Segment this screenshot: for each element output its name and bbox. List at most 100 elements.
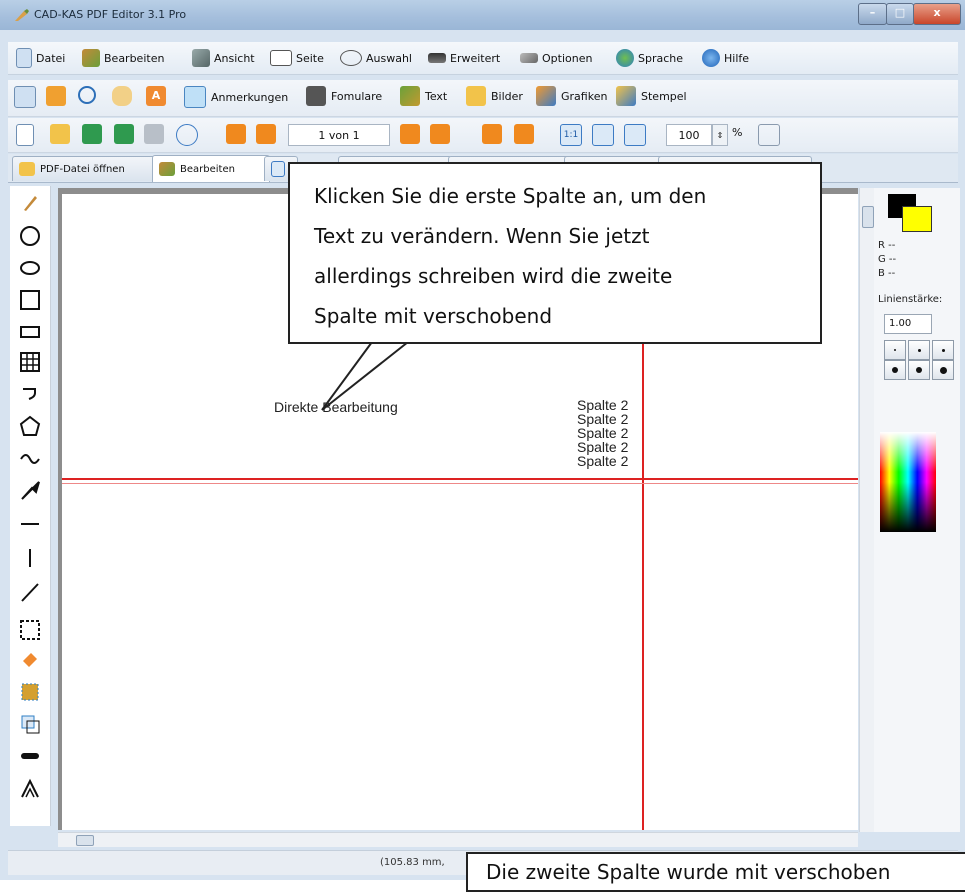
annotation-icon <box>184 86 206 108</box>
column2-line[interactable]: Spalte 2 <box>577 454 628 468</box>
horizontal-line-icon <box>21 523 39 525</box>
dot-size-small-3[interactable] <box>932 340 954 360</box>
horizontal-line-tool[interactable] <box>18 512 42 536</box>
rotate-right-button[interactable] <box>514 124 534 144</box>
fit-height-icon <box>592 124 614 146</box>
selection-rect-tool[interactable] <box>18 618 42 642</box>
open-button[interactable] <box>50 124 70 144</box>
save-as-button[interactable] <box>114 124 134 144</box>
arrow-tool[interactable] <box>18 478 42 502</box>
minimize-button[interactable]: – <box>858 3 887 25</box>
spinner-icon: ⇕ <box>716 130 724 140</box>
dot-size-large-3[interactable] <box>932 360 954 380</box>
graphics-button[interactable]: Grafiken <box>536 86 607 106</box>
menu-erweitert[interactable]: Erweitert <box>428 48 500 68</box>
dot-size-small[interactable] <box>884 340 906 360</box>
column2-line[interactable]: Spalte 2 <box>577 440 628 454</box>
pattern-fill-tool[interactable] <box>18 680 42 704</box>
images-button[interactable]: Bilder <box>466 86 523 106</box>
rotate-left-button[interactable] <box>482 124 502 144</box>
vertical-line-tool[interactable] <box>18 546 42 570</box>
menu-ansicht[interactable]: Ansicht <box>192 48 255 68</box>
callout-line: Spalte mit verschobend <box>314 304 553 328</box>
zoom-value: 100 <box>678 128 700 142</box>
column2-line[interactable]: Spalte 2 <box>577 426 628 440</box>
polygon-tool[interactable] <box>18 414 42 438</box>
last-page-button[interactable] <box>430 124 450 144</box>
menu-datei[interactable]: Datei <box>16 48 65 68</box>
menu-label: Seite <box>296 51 324 65</box>
scroll-thumb[interactable] <box>862 206 874 228</box>
menu-seite[interactable]: Seite <box>270 48 324 68</box>
line-width-label: Linienstärke: <box>878 294 943 305</box>
dot-size-large-2[interactable] <box>908 360 930 380</box>
text-tool-button[interactable]: A <box>146 86 166 106</box>
horizontal-scrollbar[interactable] <box>58 832 858 847</box>
menu-sprache[interactable]: Sprache <box>616 48 683 68</box>
chevron-tool[interactable] <box>18 776 42 800</box>
print-button[interactable] <box>144 124 164 144</box>
hand-tool-button[interactable] <box>112 86 132 106</box>
menu-bearbeiten[interactable]: Bearbeiten <box>82 48 164 68</box>
table-tool[interactable] <box>18 350 42 374</box>
fill-tool[interactable] <box>18 648 42 672</box>
table-grid-icon <box>20 352 40 372</box>
square-tool[interactable] <box>18 288 42 312</box>
background-color-swatch[interactable] <box>902 206 932 232</box>
actual-size-button[interactable]: 1:1 <box>560 124 582 146</box>
maximize-button[interactable]: □ <box>886 3 914 25</box>
fit-width-button[interactable] <box>624 124 646 146</box>
close-button[interactable]: x <box>913 3 961 25</box>
zoom-input[interactable]: 100 <box>666 124 712 146</box>
circle-tool[interactable] <box>18 224 42 248</box>
tab-open-pdf[interactable]: PDF-Datei öffnen <box>12 156 156 181</box>
column2-line[interactable]: Spalte 2 <box>577 398 628 412</box>
column2-line[interactable]: Spalte 2 <box>577 412 628 426</box>
page-counter-field[interactable]: 1 von 1 <box>288 124 390 146</box>
fit-height-button[interactable] <box>592 124 614 146</box>
tab-edit[interactable]: Bearbeiten <box>152 155 270 182</box>
rectangle-tool[interactable] <box>18 320 42 344</box>
scroll-thumb[interactable] <box>76 835 94 846</box>
red-value: R -- <box>878 240 896 251</box>
new-page-icon <box>16 124 34 146</box>
diagonal-line-tool[interactable] <box>18 580 42 604</box>
menu-optionen[interactable]: Optionen <box>520 48 592 68</box>
previous-page-button[interactable] <box>256 124 276 144</box>
transform-tool[interactable] <box>18 712 42 736</box>
text-button[interactable]: Text <box>400 86 447 106</box>
dot-size-large[interactable] <box>884 360 906 380</box>
square-icon <box>20 290 40 310</box>
pattern-icon <box>21 683 39 701</box>
sign-button[interactable] <box>176 124 198 146</box>
stamp-button[interactable]: Stempel <box>616 86 687 106</box>
line-width-input[interactable]: 1.00 <box>884 314 932 334</box>
new-document-button[interactable] <box>16 124 34 146</box>
color-palette[interactable] <box>880 432 936 532</box>
rotate-left-icon <box>482 124 502 144</box>
brush-icon <box>24 196 37 211</box>
select-arrow-button[interactable] <box>14 86 36 108</box>
dot-size-small-2[interactable] <box>908 340 930 360</box>
zoom-spinner[interactable]: ⇕ <box>712 124 728 146</box>
highlight-tool-button[interactable] <box>46 86 66 106</box>
forms-button[interactable]: Fomulare <box>306 86 382 106</box>
ellipse-tool[interactable] <box>18 256 42 280</box>
zoom-tool-button[interactable] <box>78 86 96 104</box>
menu-hilfe[interactable]: Hilfe <box>702 48 749 68</box>
first-page-button[interactable] <box>226 124 246 144</box>
pointer-button[interactable] <box>758 124 780 146</box>
page-icon <box>271 161 285 177</box>
menu-label: Auswahl <box>366 51 412 65</box>
next-page-button[interactable] <box>400 124 420 144</box>
vertical-scrollbar[interactable] <box>859 188 874 832</box>
wave-icon <box>20 454 40 464</box>
menu-auswahl[interactable]: Auswahl <box>340 48 412 68</box>
save-button[interactable] <box>82 124 102 144</box>
curve-tool[interactable] <box>18 446 42 470</box>
zoom-unit-label: % <box>732 126 743 139</box>
annotations-button[interactable]: Anmerkungen <box>184 86 288 108</box>
polyline-tool[interactable] <box>18 382 42 406</box>
brush-tool[interactable] <box>18 190 42 214</box>
thick-line-tool[interactable] <box>18 744 42 768</box>
